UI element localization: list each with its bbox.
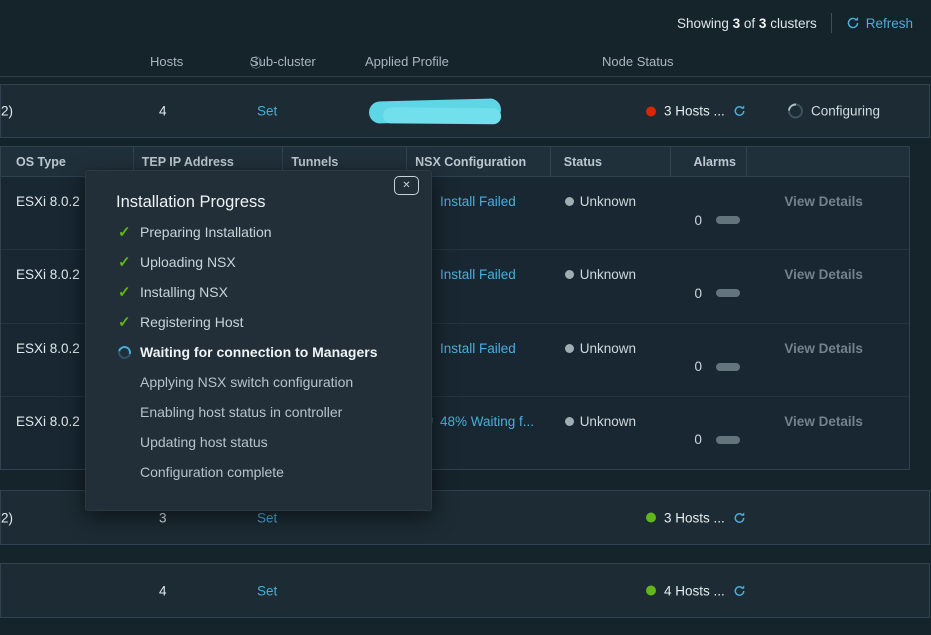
step-label: Uploading NSX: [140, 254, 236, 270]
col-status: Status: [551, 147, 671, 176]
in-progress-spinner-icon: [118, 346, 140, 359]
showing-clusters-text: Showing 3 of 3 clusters: [677, 16, 817, 31]
cluster-state-label: Configuring: [811, 104, 880, 119]
applied-profile-redaction: [369, 98, 502, 123]
alarm-count: 0: [694, 213, 702, 228]
node-status-text: 3 Hosts ...: [664, 104, 725, 119]
status-text: Unknown: [580, 414, 636, 429]
step-item: ✓ Registering Host: [116, 307, 421, 337]
header-hosts: Hosts: [150, 54, 183, 69]
status-dot: [565, 197, 574, 206]
alarm-meter-icon: [716, 289, 740, 297]
node-status-red-dot: [646, 106, 656, 116]
showing-total: 3: [759, 16, 767, 31]
showing-of: of: [744, 16, 755, 31]
step-item: Enabling host status in controller: [116, 397, 421, 427]
view-details-button[interactable]: View Details: [747, 397, 909, 469]
alarm-count: 0: [694, 432, 702, 447]
step-item: Updating host status: [116, 427, 421, 457]
cluster-name-clipped: 2): [1, 510, 13, 525]
installation-progress-popup: ✕ Installation Progress ✓ Preparing Inst…: [85, 170, 432, 511]
cluster-row-1: 2) 4 Set 3 Hosts ... Configuring: [0, 84, 930, 138]
alarm-meter-icon: [716, 363, 740, 371]
alarm-count: 0: [694, 286, 702, 301]
step-item-active: Waiting for connection to Managers: [116, 337, 421, 367]
nsx-config-link[interactable]: 48% Waiting f...: [440, 414, 534, 429]
col-alarms: Alarms: [671, 147, 748, 176]
header-divider-line: [0, 76, 931, 77]
node-status-group: 3 Hosts ...: [646, 510, 746, 525]
node-status-green-dot: [646, 586, 656, 596]
col-actions: [747, 147, 909, 176]
sub-cluster-set-link[interactable]: Set: [257, 510, 277, 525]
refresh-label: Refresh: [866, 16, 913, 31]
cluster-name-clipped: 2): [1, 104, 13, 119]
info-icon[interactable]: ⓘ: [250, 54, 262, 71]
configuring-spinner-icon: [785, 100, 806, 121]
cluster-hosts-count: 4: [159, 104, 167, 119]
showing-prefix: Showing: [677, 16, 729, 31]
popup-title: Installation Progress: [116, 193, 266, 212]
check-icon: ✓: [118, 253, 140, 271]
showing-suffix: clusters: [770, 16, 817, 31]
node-status-text: 3 Hosts ...: [664, 510, 725, 525]
alarm-count: 0: [694, 359, 702, 374]
cluster-hosts-count: 3: [159, 510, 167, 525]
showing-count: 3: [733, 16, 741, 31]
status-text: Unknown: [580, 267, 636, 282]
cluster-row-3: 4 Set 4 Hosts ...: [0, 563, 930, 618]
step-label: Enabling host status in controller: [140, 404, 342, 420]
refresh-button[interactable]: Refresh: [846, 16, 913, 31]
node-status-group: 3 Hosts ...: [646, 104, 746, 119]
step-item: ✓ Preparing Installation: [116, 217, 421, 247]
node-status-refresh-icon[interactable]: [733, 584, 746, 597]
check-icon: ✓: [118, 223, 140, 241]
status-dot: [565, 344, 574, 353]
toolbar-divider: [831, 13, 832, 33]
step-item: ✓ Uploading NSX: [116, 247, 421, 277]
status-text: Unknown: [580, 341, 636, 356]
installation-steps: ✓ Preparing Installation ✓ Uploading NSX…: [116, 217, 421, 487]
close-icon: ✕: [402, 181, 410, 191]
step-label: Waiting for connection to Managers: [140, 344, 378, 360]
nsx-config-link[interactable]: Install Failed: [440, 341, 516, 356]
step-item: ✓ Installing NSX: [116, 277, 421, 307]
nsx-config-link[interactable]: Install Failed: [440, 194, 516, 209]
view-details-button[interactable]: View Details: [747, 177, 909, 249]
cluster-column-headers: Hosts Sub-cluster ⓘ Applied Profile Node…: [0, 54, 931, 70]
step-label: Installing NSX: [140, 284, 228, 300]
node-status-group: 4 Hosts ...: [646, 583, 746, 598]
step-label: Updating host status: [140, 434, 268, 450]
node-status-green-dot: [646, 513, 656, 523]
check-icon: ✓: [118, 283, 140, 301]
step-label: Registering Host: [140, 314, 244, 330]
view-details-button[interactable]: View Details: [747, 250, 909, 322]
nsx-host-preparation-page: Showing 3 of 3 clusters Refresh Hosts Su…: [0, 0, 931, 635]
check-icon: ✓: [118, 313, 140, 331]
status-dot: [565, 270, 574, 279]
cluster-state-group: Configuring: [788, 104, 880, 119]
header-applied-profile: Applied Profile: [365, 54, 449, 69]
close-button[interactable]: ✕: [394, 176, 419, 195]
cluster-hosts-count: 4: [159, 583, 167, 598]
header-node-status: Node Status: [602, 54, 674, 69]
step-label: Applying NSX switch configuration: [140, 374, 353, 390]
node-status-refresh-icon[interactable]: [733, 511, 746, 524]
step-item: Applying NSX switch configuration: [116, 367, 421, 397]
refresh-icon: [846, 16, 860, 30]
alarm-meter-icon: [716, 216, 740, 224]
step-label: Configuration complete: [140, 464, 284, 480]
node-status-refresh-icon[interactable]: [733, 105, 746, 118]
step-label: Preparing Installation: [140, 224, 272, 240]
step-item: Configuration complete: [116, 457, 421, 487]
alarm-meter-icon: [716, 436, 740, 444]
nsx-config-link[interactable]: Install Failed: [440, 267, 516, 282]
view-details-button[interactable]: View Details: [747, 324, 909, 396]
sub-cluster-set-link[interactable]: Set: [257, 104, 277, 119]
status-dot: [565, 417, 574, 426]
status-text: Unknown: [580, 194, 636, 209]
toolbar: Showing 3 of 3 clusters Refresh: [0, 0, 931, 46]
sub-cluster-set-link[interactable]: Set: [257, 583, 277, 598]
node-status-text: 4 Hosts ...: [664, 583, 725, 598]
